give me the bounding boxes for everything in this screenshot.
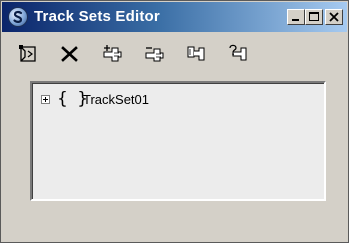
select-track-set-button[interactable] [185, 43, 207, 65]
minimize-icon [292, 19, 299, 21]
expand-toggle[interactable] [41, 95, 50, 104]
minimize-button[interactable] [287, 9, 305, 25]
delete-button[interactable] [59, 43, 81, 65]
track-sets-editor-window: Track Sets Editor {} TrackSet01 [0, 0, 349, 243]
track-set-properties-button[interactable] [227, 43, 249, 65]
toolbar [7, 39, 337, 69]
remove-tracks-icon [145, 47, 164, 62]
add-tracks-icon [103, 45, 122, 62]
add-tracks-button[interactable] [101, 43, 123, 65]
new-track-set-icon [19, 45, 36, 62]
close-icon [329, 12, 339, 22]
track-set-tree[interactable]: { } TrackSet01 [30, 81, 326, 201]
title-bar[interactable]: Track Sets Editor [2, 2, 347, 32]
maximize-button[interactable] [305, 9, 323, 25]
app-icon[interactable] [8, 7, 28, 27]
plus-icon [43, 97, 48, 102]
remove-tracks-button[interactable] [143, 43, 165, 65]
new-track-set-button[interactable] [17, 43, 39, 65]
track-set-properties-icon [229, 44, 247, 61]
tree-node-label[interactable]: TrackSet01 [83, 92, 149, 107]
close-button[interactable] [325, 9, 343, 25]
select-track-set-icon [187, 46, 205, 61]
window-title: Track Sets Editor [34, 8, 160, 25]
maximize-icon [309, 12, 319, 21]
tree-list-area[interactable]: { } TrackSet01 [32, 83, 324, 199]
delete-icon [61, 46, 78, 62]
